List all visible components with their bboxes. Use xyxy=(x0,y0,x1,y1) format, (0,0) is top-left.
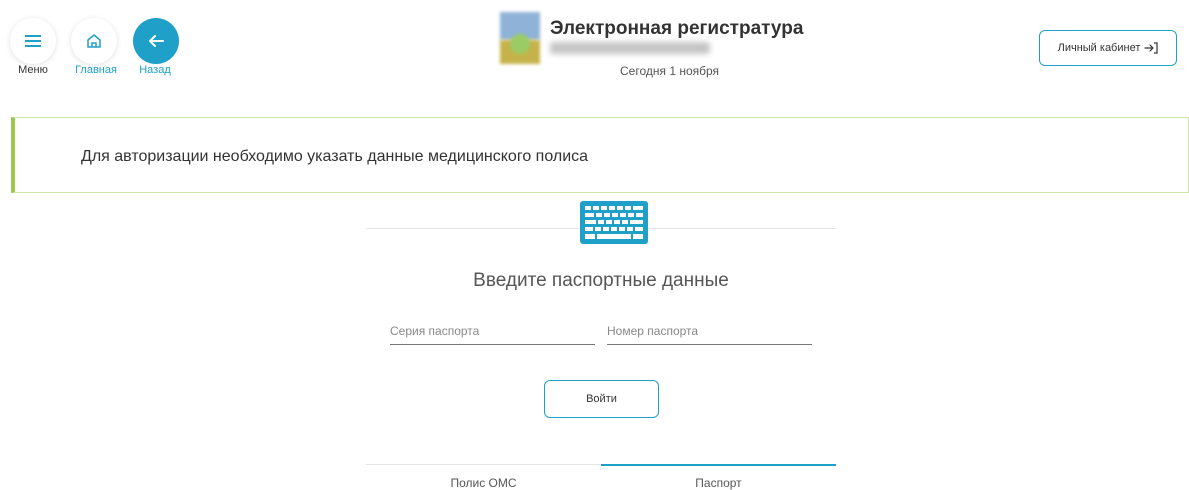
today-date: Сегодня 1 ноября xyxy=(620,64,720,78)
keyboard-icon xyxy=(580,201,648,244)
menu-label: Меню xyxy=(18,64,48,76)
auth-notice-text: Для авторизации необходимо указать данны… xyxy=(81,148,589,165)
hamburger-icon xyxy=(25,35,41,47)
back-label[interactable]: Назад xyxy=(120,64,190,76)
personal-cabinet-label: Личный кабинет xyxy=(1057,42,1141,54)
arrow-left-icon xyxy=(149,35,164,47)
auth-notice: Для авторизации необходимо указать данны… xyxy=(11,117,1189,193)
page-title: Электронная регистратура xyxy=(550,18,804,39)
login-button[interactable]: Войти xyxy=(544,380,659,418)
tab-passport-underline xyxy=(601,464,836,466)
back-button[interactable] xyxy=(133,18,179,64)
tab-passport[interactable]: Паспорт xyxy=(601,476,836,490)
personal-cabinet-button[interactable]: Личный кабинет xyxy=(1039,30,1177,66)
form-heading: Введите паспортные данные xyxy=(473,270,729,291)
login-arrow-icon xyxy=(1144,42,1158,54)
passport-series-input[interactable] xyxy=(390,318,595,345)
organization-name-redacted xyxy=(550,42,710,54)
home-icon xyxy=(87,34,101,48)
tab-oms-policy[interactable]: Полис ОМС xyxy=(366,476,601,490)
passport-number-input[interactable] xyxy=(607,318,812,345)
home-button[interactable] xyxy=(71,18,117,64)
tab-oms-underline xyxy=(366,464,601,465)
organization-logo xyxy=(500,12,540,64)
menu-button[interactable] xyxy=(10,18,56,64)
